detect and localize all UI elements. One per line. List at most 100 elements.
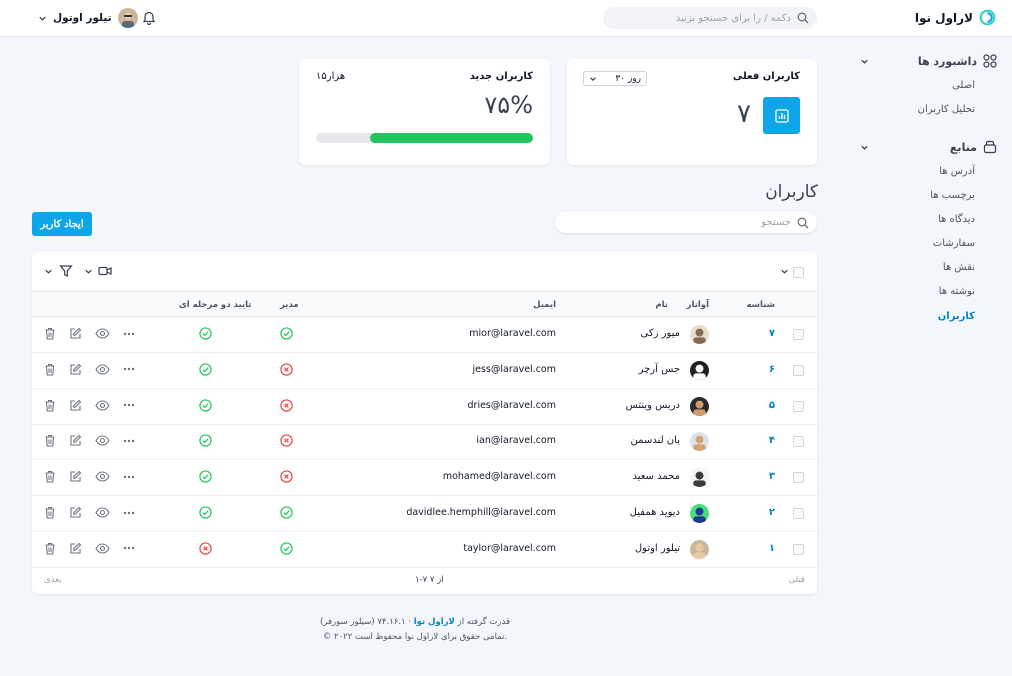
row-checkbox[interactable] bbox=[793, 543, 804, 555]
more-icon[interactable] bbox=[123, 403, 135, 407]
sidebar-item-orders[interactable]: سفارشات bbox=[933, 238, 975, 249]
x-circle-icon bbox=[280, 434, 293, 448]
user-id-link[interactable]: ۳ bbox=[769, 471, 775, 482]
more-icon[interactable] bbox=[123, 332, 135, 336]
sidebar-group-dashboards[interactable]: داشبورد ها bbox=[860, 54, 997, 68]
avatar bbox=[690, 504, 709, 523]
chevron-down-icon bbox=[589, 75, 597, 83]
user-name: جس آرچر bbox=[638, 363, 680, 375]
eye-icon[interactable] bbox=[95, 471, 110, 482]
user-menu[interactable]: تیلور اوتول bbox=[38, 8, 138, 28]
edit-icon[interactable] bbox=[69, 363, 82, 376]
table-row[interactable]: ۴ یان لندسمن ian@laravel.com bbox=[32, 424, 817, 461]
edit-icon[interactable] bbox=[69, 542, 82, 555]
row-checkbox[interactable] bbox=[793, 400, 804, 412]
check-circle-icon bbox=[280, 542, 293, 555]
sidebar-group-label: منابع bbox=[949, 140, 977, 154]
global-search[interactable]: دکمه / را برای جستجو بزنید bbox=[603, 7, 817, 29]
trash-icon[interactable] bbox=[44, 506, 56, 519]
top-bar: لاراول نوا دکمه / را برای جستجو بزنید تی… bbox=[0, 0, 1012, 37]
user-id-link[interactable]: ۱ bbox=[769, 543, 775, 554]
eye-icon[interactable] bbox=[95, 543, 110, 554]
user-id-link[interactable]: ۵ bbox=[769, 400, 775, 411]
table-row[interactable]: ۷ میور زکی mior@laravel.com bbox=[32, 317, 817, 353]
chevron-down-icon[interactable] bbox=[780, 267, 789, 276]
row-checkbox[interactable] bbox=[793, 472, 804, 484]
table-row[interactable]: ۲ دیوید همفیل davidlee.hemphill@laravel.co… bbox=[32, 496, 817, 532]
brand[interactable]: لاراول نوا bbox=[915, 9, 996, 26]
more-icon[interactable] bbox=[123, 511, 135, 515]
next-page-link[interactable]: بعدی bbox=[44, 575, 62, 585]
select-all-checkbox[interactable] bbox=[793, 267, 804, 278]
trash-icon[interactable] bbox=[44, 542, 56, 555]
new-users-percent: ۷۵% bbox=[484, 91, 533, 119]
eye-icon[interactable] bbox=[95, 507, 110, 518]
chevron-down-icon[interactable] bbox=[84, 267, 93, 276]
edit-icon[interactable] bbox=[69, 327, 82, 340]
column-header-id[interactable]: شناسه bbox=[746, 300, 775, 310]
sidebar-item-comments[interactable]: دیدگاه ها bbox=[938, 214, 975, 225]
more-icon[interactable] bbox=[123, 439, 135, 443]
row-checkbox[interactable] bbox=[793, 364, 804, 376]
bell-icon[interactable] bbox=[142, 10, 156, 25]
user-id-link[interactable]: ۴ bbox=[769, 435, 775, 446]
search-input[interactable]: جستجو bbox=[555, 212, 817, 233]
table-row[interactable]: ۶ جس آرچر jess@laravel.com bbox=[32, 353, 817, 389]
edit-icon[interactable] bbox=[69, 470, 82, 483]
user-id-link[interactable]: ۲ bbox=[769, 507, 775, 518]
row-checkbox[interactable] bbox=[793, 508, 804, 519]
chevron-down-icon[interactable] bbox=[44, 267, 53, 276]
sidebar-item-tags[interactable]: برچسب ها bbox=[930, 190, 975, 201]
table-row[interactable]: ۵ دریس وینتس dries@laravel.com bbox=[32, 389, 817, 425]
range-select[interactable]: ۳۰ روز bbox=[583, 71, 647, 86]
row-checkbox[interactable] bbox=[793, 329, 804, 340]
edit-icon[interactable] bbox=[69, 434, 82, 447]
more-icon[interactable] bbox=[123, 475, 135, 479]
eye-icon[interactable] bbox=[95, 400, 110, 411]
trash-icon[interactable] bbox=[44, 434, 56, 447]
sidebar-item-main[interactable]: اصلی bbox=[952, 80, 975, 91]
more-icon[interactable] bbox=[123, 367, 135, 371]
sidebar-item-roles[interactable]: نقش ها bbox=[943, 262, 975, 273]
column-header-email[interactable]: ایمیل bbox=[533, 300, 556, 310]
eye-icon[interactable] bbox=[95, 364, 110, 375]
sidebar-item-posts[interactable]: نوشته ها bbox=[939, 286, 975, 297]
row-actions bbox=[44, 470, 135, 483]
table-row[interactable]: ۱ تیلور اوتول taylor@laravel.com bbox=[32, 532, 817, 568]
edit-icon[interactable] bbox=[69, 506, 82, 519]
avatar bbox=[690, 360, 709, 380]
create-user-button[interactable]: ایجاد کاربر bbox=[32, 212, 92, 236]
column-header-name[interactable]: نام bbox=[655, 300, 668, 310]
table-row[interactable]: ۳ محمد سعید mohamed@laravel.com bbox=[32, 460, 817, 497]
sidebar-group-resources[interactable]: منابع bbox=[860, 140, 997, 154]
trash-icon[interactable] bbox=[44, 363, 56, 376]
footer-nova-link[interactable]: لاراول نوا bbox=[414, 617, 455, 627]
trash-icon[interactable] bbox=[44, 327, 56, 340]
video-icon[interactable] bbox=[98, 265, 112, 277]
filter-icon[interactable] bbox=[59, 264, 73, 278]
row-checkbox[interactable] bbox=[793, 436, 804, 448]
new-users-card: کاربران جدید ۱۵هزار ۷۵% bbox=[299, 59, 550, 165]
row-actions bbox=[44, 363, 135, 376]
trash-icon[interactable] bbox=[44, 399, 56, 412]
trash-icon[interactable] bbox=[44, 470, 56, 483]
prev-page-link[interactable]: قبلی bbox=[788, 575, 805, 585]
current-users-value: ۷ bbox=[737, 99, 751, 129]
eye-icon[interactable] bbox=[95, 328, 110, 339]
avatar bbox=[690, 396, 709, 416]
edit-icon[interactable] bbox=[69, 399, 82, 412]
sidebar-item-users[interactable]: کاربران bbox=[938, 311, 975, 322]
table-toolbar bbox=[32, 252, 817, 292]
check-circle-icon bbox=[280, 506, 293, 519]
sidebar-item-user-analytics[interactable]: تحلیل کاربران bbox=[918, 104, 975, 115]
footer-powered-prefix: قدرت گرفته از bbox=[457, 617, 511, 627]
users-table: شناسه آواتار نام ایمیل مدیر تایید دو مرح… bbox=[32, 252, 817, 594]
row-actions bbox=[44, 506, 135, 519]
more-icon[interactable] bbox=[123, 546, 135, 550]
user-id-link[interactable]: ۶ bbox=[769, 364, 775, 375]
eye-icon[interactable] bbox=[95, 435, 110, 446]
user-name: محمد سعید bbox=[632, 471, 681, 483]
chart-icon bbox=[763, 97, 800, 134]
user-id-link[interactable]: ۷ bbox=[769, 328, 775, 339]
sidebar-item-addresses[interactable]: آدرس ها bbox=[939, 166, 975, 177]
